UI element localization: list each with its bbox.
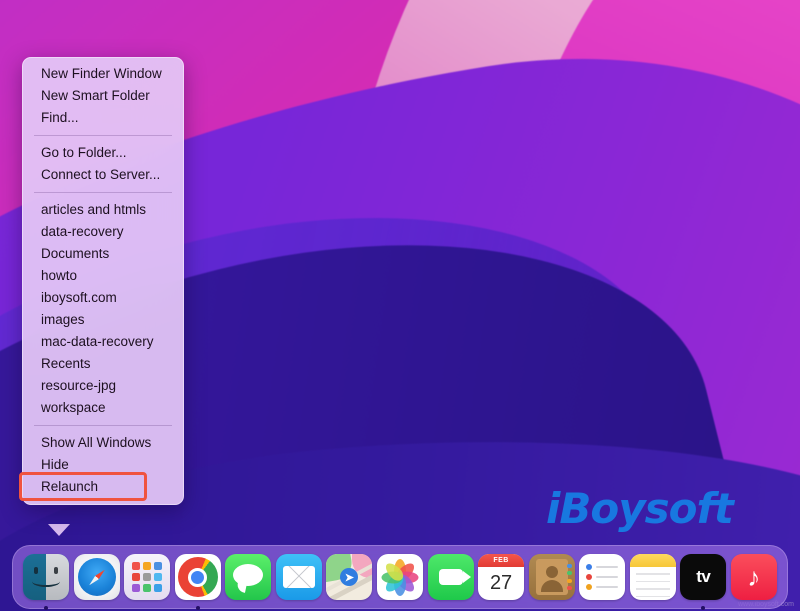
dock-item-notes[interactable] bbox=[629, 553, 677, 601]
dock-item-appletv[interactable]: tv bbox=[679, 553, 727, 601]
menu-item-go-to-folder[interactable]: Go to Folder... bbox=[23, 142, 183, 164]
menu-item-new-finder-window[interactable]: New Finder Window bbox=[23, 63, 183, 85]
calendar-month: FEB bbox=[478, 554, 524, 567]
dock-item-finder[interactable] bbox=[22, 553, 70, 601]
music-icon: ♪ bbox=[731, 554, 777, 600]
dock-item-chrome[interactable] bbox=[174, 553, 222, 601]
dock-item-contacts[interactable] bbox=[528, 553, 576, 601]
contacts-icon bbox=[529, 554, 575, 600]
menu-item-recents[interactable]: Recents bbox=[23, 353, 183, 375]
safari-icon bbox=[74, 554, 120, 600]
dock-item-maps[interactable]: ➤ bbox=[325, 553, 373, 601]
dock-item-messages[interactable] bbox=[224, 553, 272, 601]
dock-item-safari[interactable] bbox=[73, 553, 121, 601]
dock-item-calendar[interactable]: FEB 27 bbox=[477, 553, 525, 601]
menu-item-find[interactable]: Find... bbox=[23, 107, 183, 129]
launchpad-icon bbox=[124, 554, 170, 600]
menu-item-data-recovery[interactable]: data-recovery bbox=[23, 221, 183, 243]
menu-item-relaunch-wrapper: Relaunch bbox=[23, 476, 183, 498]
desktop: iBoysoft www.iboysoft.com New Finder Win… bbox=[0, 0, 800, 611]
dock-item-reminders[interactable] bbox=[578, 553, 626, 601]
menu-separator-1 bbox=[34, 135, 172, 136]
finder-icon bbox=[23, 554, 69, 600]
menu-item-hide[interactable]: Hide bbox=[23, 454, 183, 476]
menu-item-iboysoft-com[interactable]: iboysoft.com bbox=[23, 287, 183, 309]
menu-item-resource-jpg[interactable]: resource-jpg bbox=[23, 375, 183, 397]
menu-item-mac-data-recovery[interactable]: mac-data-recovery bbox=[23, 331, 183, 353]
appletv-glyph: tv bbox=[696, 567, 710, 587]
reminders-icon bbox=[579, 554, 625, 600]
dock-item-facetime[interactable] bbox=[427, 553, 475, 601]
menu-item-articles-and-htmls[interactable]: articles and htmls bbox=[23, 199, 183, 221]
finder-dock-context-menu[interactable]: New Finder Window New Smart Folder Find.… bbox=[22, 57, 184, 505]
facetime-icon bbox=[428, 554, 474, 600]
dock-item-mail[interactable] bbox=[275, 553, 323, 601]
menu-group-app-actions: Show All Windows Hide Relaunch bbox=[23, 432, 183, 498]
mail-icon bbox=[276, 554, 322, 600]
chrome-icon bbox=[175, 554, 221, 600]
menu-group-recent-folders: articles and htmls data-recovery Documen… bbox=[23, 199, 183, 419]
photos-icon bbox=[377, 554, 423, 600]
dock-item-music[interactable]: ♪ bbox=[730, 553, 778, 601]
calendar-icon: FEB 27 bbox=[478, 554, 524, 600]
maps-icon: ➤ bbox=[326, 554, 372, 600]
messages-icon bbox=[225, 554, 271, 600]
menu-item-show-all-windows[interactable]: Show All Windows bbox=[23, 432, 183, 454]
menu-item-workspace[interactable]: workspace bbox=[23, 397, 183, 419]
menu-separator-2 bbox=[34, 192, 172, 193]
menu-item-documents[interactable]: Documents bbox=[23, 243, 183, 265]
menu-item-relaunch[interactable]: Relaunch bbox=[23, 476, 183, 498]
menu-group-new: New Finder Window New Smart Folder Find.… bbox=[23, 63, 183, 129]
notes-icon bbox=[630, 554, 676, 600]
appletv-icon: tv bbox=[680, 554, 726, 600]
music-glyph: ♪ bbox=[747, 562, 760, 593]
running-indicator-chrome bbox=[196, 606, 200, 610]
menu-item-connect-to-server[interactable]: Connect to Server... bbox=[23, 164, 183, 186]
iboysoft-watermark: iBoysoft bbox=[546, 484, 733, 533]
calendar-day: 27 bbox=[478, 567, 524, 600]
dock-item-photos[interactable] bbox=[376, 553, 424, 601]
dock[interactable]: ➤ bbox=[12, 545, 788, 609]
menu-item-new-smart-folder[interactable]: New Smart Folder bbox=[23, 85, 183, 107]
menu-separator-3 bbox=[34, 425, 172, 426]
running-indicator-finder bbox=[44, 606, 48, 610]
menu-item-images[interactable]: images bbox=[23, 309, 183, 331]
context-menu-arrow bbox=[48, 524, 70, 536]
dock-item-launchpad[interactable] bbox=[123, 553, 171, 601]
running-indicator-appletv bbox=[701, 606, 705, 610]
menu-group-navigate: Go to Folder... Connect to Server... bbox=[23, 142, 183, 186]
menu-item-howto[interactable]: howto bbox=[23, 265, 183, 287]
